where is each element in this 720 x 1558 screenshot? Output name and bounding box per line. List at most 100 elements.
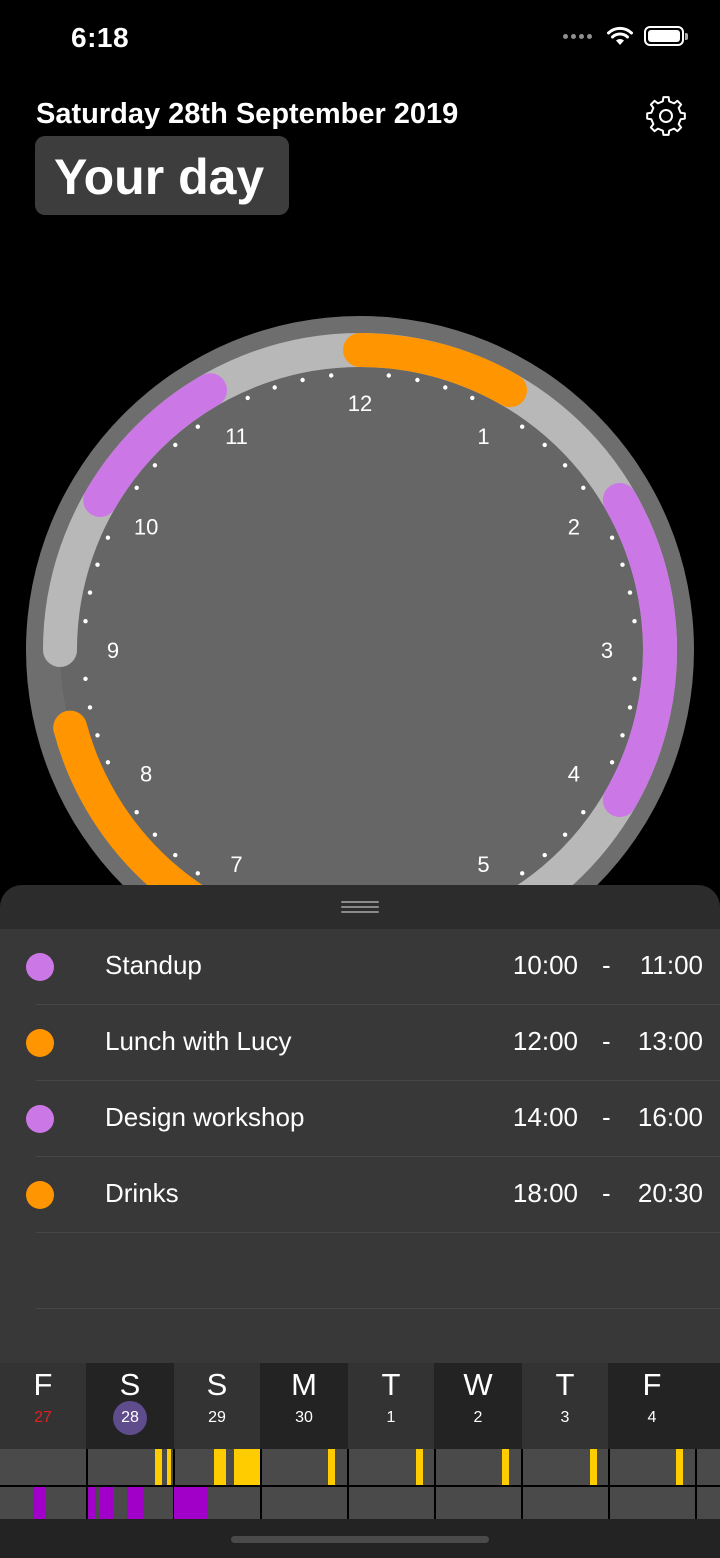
event-start-time: 14:00	[512, 1102, 578, 1132]
event-name: Drinks	[105, 1178, 179, 1208]
event-color-dot	[26, 1181, 54, 1209]
clock-minute-dot	[195, 424, 200, 429]
week-day-divider	[260, 1449, 262, 1519]
week-day-number: 4	[647, 1409, 657, 1426]
event-time-separator: -	[602, 1102, 611, 1132]
clock-minute-dot	[581, 485, 586, 490]
event-time-separator: -	[602, 1178, 611, 1208]
clock-hour-label: 9	[107, 638, 119, 663]
row-divider	[36, 1004, 720, 1005]
clock-minute-dot	[87, 590, 93, 595]
clock-minute-dot	[632, 619, 637, 624]
week-event-block	[214, 1449, 226, 1485]
event-start-time: 10:00	[512, 950, 578, 980]
home-indicator	[231, 1536, 489, 1543]
week-event-block	[33, 1487, 46, 1519]
clock-minute-dot	[87, 705, 93, 710]
clock-hour-label: 10	[134, 515, 158, 540]
week-day-divider	[521, 1449, 523, 1519]
week-track-divider	[0, 1485, 720, 1487]
event-start-time: 12:00	[512, 1026, 578, 1056]
clock-minute-dot	[83, 676, 88, 681]
clock-hour-label: 5	[477, 852, 489, 877]
clock-minute-dot	[95, 562, 100, 567]
week-strip: F 27 S 28 S 29 M 30 T 1 W 2 T 3 F 4	[0, 1363, 720, 1558]
clock-hour-label: 3	[601, 638, 613, 663]
week-event-block	[127, 1487, 144, 1519]
clock-minute-dot	[95, 733, 100, 738]
week-day[interactable]: F 27	[0, 1363, 86, 1449]
week-event-block	[328, 1449, 335, 1485]
week-day-divider	[86, 1449, 88, 1519]
event-end-time: 13:00	[637, 1026, 703, 1056]
week-event-block	[88, 1487, 96, 1519]
clock-minute-dot	[195, 871, 200, 876]
week-day-number: 29	[208, 1409, 226, 1426]
week-day-divider	[695, 1449, 697, 1519]
week-day-letter: S	[119, 1367, 141, 1402]
week-day[interactable]: S 29	[174, 1363, 260, 1449]
week-day[interactable]: S 28	[87, 1363, 173, 1449]
week-event-block	[502, 1449, 509, 1485]
week-day-letter: T	[381, 1367, 401, 1402]
row-divider	[36, 1308, 720, 1309]
clock-minute-dot	[620, 562, 625, 567]
event-color-dot	[26, 1105, 54, 1133]
clock-minute-dot	[152, 832, 158, 837]
clock-minute-dot	[520, 871, 525, 876]
clock-minute-dot	[443, 385, 448, 390]
clock-minute-dot	[105, 760, 111, 765]
week-event-tracks	[0, 1449, 720, 1519]
event-row[interactable]: Lunch with Lucy 12:00-13:00	[0, 1005, 720, 1081]
event-row[interactable]: Drinks 18:00-20:30	[0, 1157, 720, 1233]
week-day-number: 1	[386, 1409, 396, 1426]
clock-hour-label: 7	[230, 852, 242, 877]
event-row[interactable]: Standup 10:00-11:00	[0, 929, 720, 1005]
row-divider	[36, 1080, 720, 1081]
event-time-separator: -	[602, 950, 611, 980]
week-day-letter: M	[291, 1367, 317, 1402]
clock-minute-dot	[105, 535, 111, 540]
week-day[interactable]: T1	[348, 1363, 434, 1449]
week-day-letter: F	[33, 1367, 53, 1402]
clock-minute-dot	[173, 442, 178, 448]
week-day-number: 30	[295, 1409, 313, 1426]
week-event-block	[167, 1449, 171, 1485]
week-day[interactable]: F4	[609, 1363, 695, 1449]
clock-hour-label: 2	[568, 515, 580, 540]
week-day-divider	[347, 1449, 349, 1519]
event-time-separator: -	[602, 1026, 611, 1056]
clock-minute-dot	[627, 705, 633, 710]
sheet-grab-handle[interactable]	[341, 901, 379, 915]
clock-minute-dot	[272, 385, 277, 390]
week-day[interactable]: T3	[522, 1363, 608, 1449]
week-event-block	[676, 1449, 683, 1485]
week-day-number: 3	[560, 1409, 570, 1426]
clock-hour-label: 4	[568, 762, 580, 787]
clock-minute-dot	[152, 463, 158, 468]
week-day-divider	[608, 1449, 610, 1519]
event-list: Standup 10:00-11:00 Lunch with Lucy 12:00-1…	[0, 929, 720, 1363]
clock-hour-label: 12	[348, 391, 372, 416]
row-divider	[36, 1156, 720, 1157]
clock-minute-dot	[542, 442, 547, 448]
week-day-letter: F	[642, 1367, 662, 1402]
event-row[interactable]: Design workshop 14:00-16:00	[0, 1081, 720, 1157]
event-name: Design workshop	[105, 1102, 305, 1132]
clock-minute-dot	[300, 377, 305, 383]
clock-minute-dot	[386, 373, 391, 378]
clock-minute-dot	[520, 424, 525, 429]
week-event-block	[590, 1449, 597, 1485]
event-name: Standup	[105, 950, 202, 980]
event-end-time: 11:00	[639, 950, 703, 980]
clock-hour-label: 8	[140, 762, 152, 787]
week-day-number: 28	[87, 1401, 173, 1435]
week-day-letter: W	[463, 1367, 493, 1402]
week-day[interactable]: W2	[435, 1363, 521, 1449]
day-clock[interactable]: 121234567891011	[0, 0, 720, 900]
week-track-lane	[0, 1449, 720, 1485]
clock-minute-dot	[562, 832, 568, 837]
clock-minute-dot	[620, 733, 625, 738]
week-day[interactable]: M 30	[261, 1363, 347, 1449]
clock-minute-dot	[415, 377, 420, 383]
